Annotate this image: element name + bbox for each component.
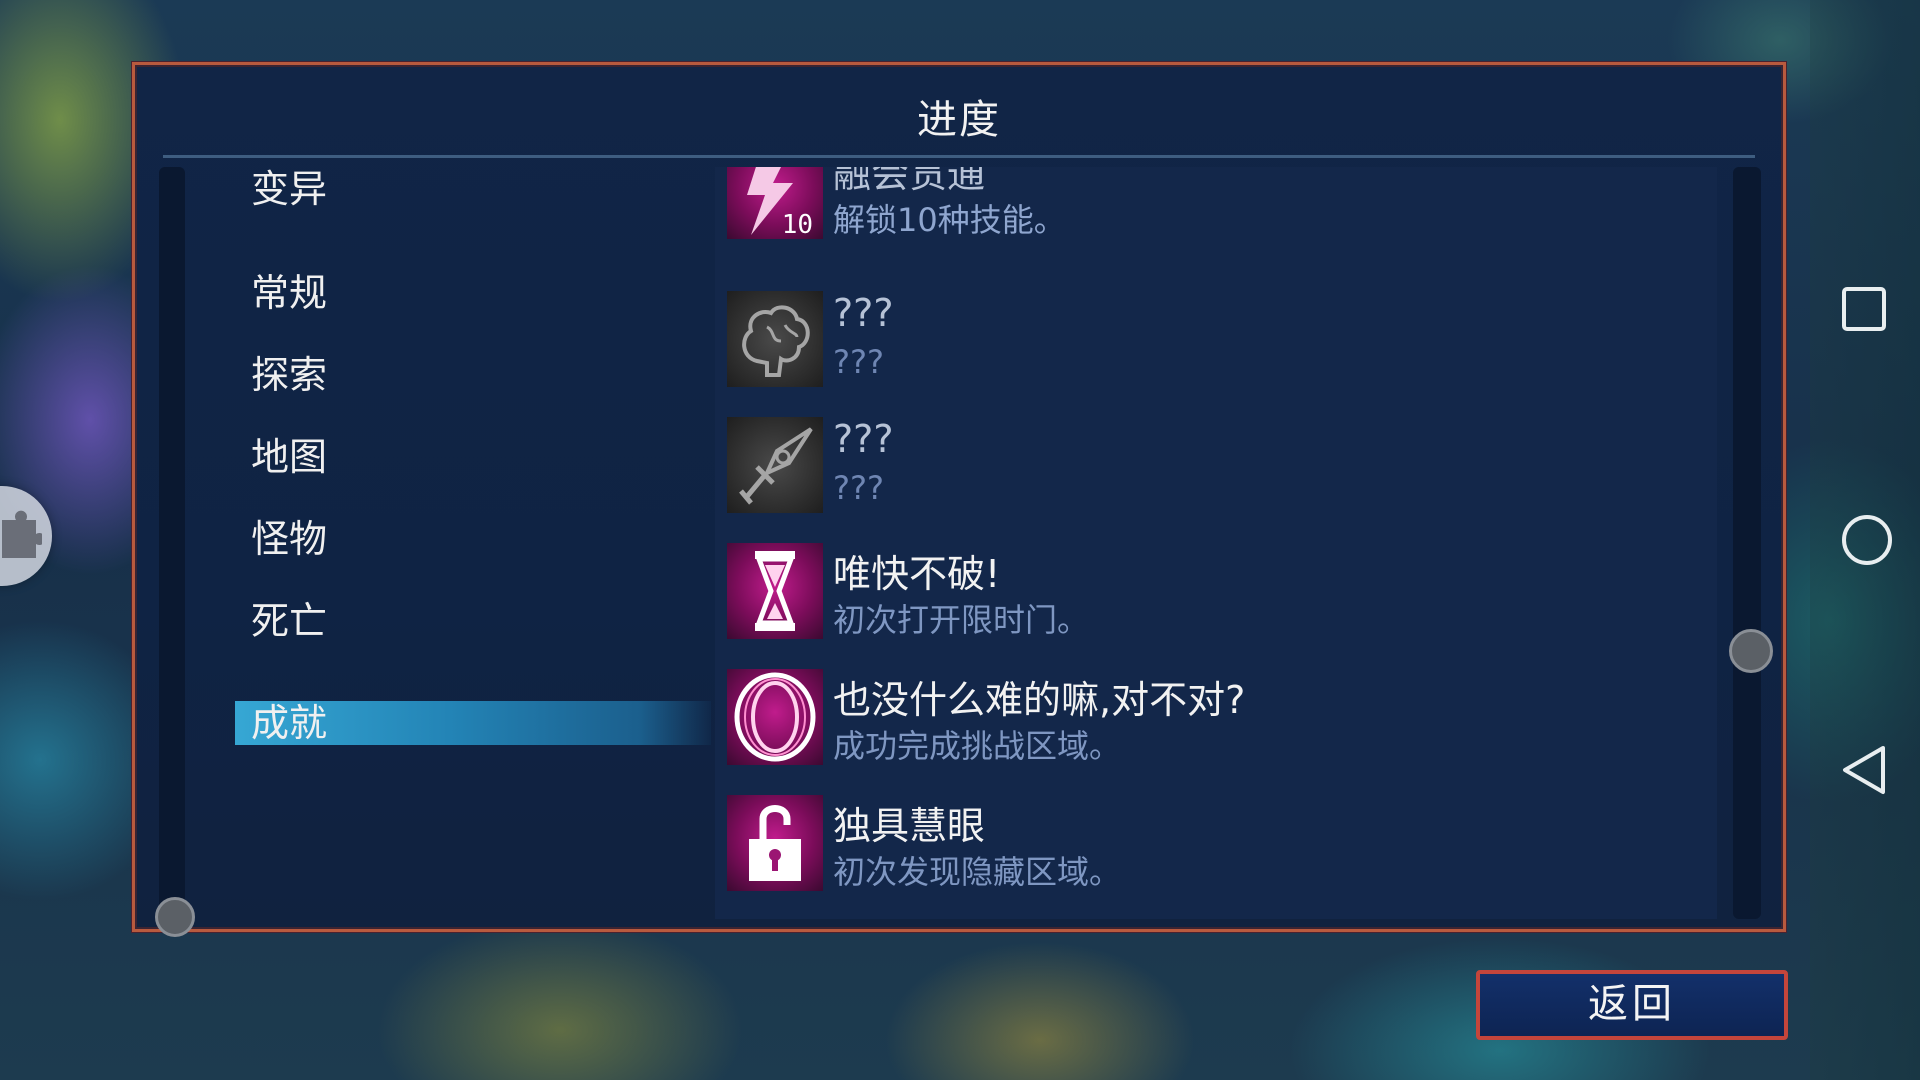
category-item-death[interactable]: 死亡 [235, 599, 711, 643]
portal-ring-icon [727, 669, 823, 765]
achievement-description: ??? [833, 469, 884, 507]
achievement-item[interactable]: 独具慧眼 初次发现隐藏区域。 [727, 795, 1707, 891]
achievement-item[interactable]: 也没什么难的嘛,对不对? 成功完成挑战区域。 [727, 669, 1707, 765]
progress-panel: 进度 变异 常规 探索 地图 怪物 死亡 成就 10 融会贯通 解锁10种技能。 [132, 62, 1786, 937]
title-divider [163, 155, 1755, 158]
achievement-badge: 10 [782, 210, 813, 239]
achievement-item[interactable]: ??? ??? [727, 291, 1707, 387]
back-button[interactable]: 返回 [1476, 970, 1788, 1040]
recent-apps-icon[interactable] [1841, 286, 1887, 332]
category-item-mutation[interactable]: 变异 [235, 167, 711, 211]
achievement-scrollbar-thumb[interactable] [1729, 629, 1773, 673]
category-list: 变异 常规 探索 地图 怪物 死亡 成就 [235, 167, 711, 919]
achievement-item[interactable]: 10 融会贯通 解锁10种技能。 [727, 167, 1707, 239]
home-icon[interactable] [1841, 514, 1893, 566]
achievement-description: 成功完成挑战区域。 [833, 727, 1122, 765]
sword-icon [727, 417, 823, 513]
achievement-title: ??? [833, 291, 894, 335]
puzzle-icon [2, 510, 42, 558]
category-item-exploration[interactable]: 探索 [235, 353, 711, 397]
achievement-description: ??? [833, 343, 884, 381]
achievement-item[interactable]: ??? ??? [727, 417, 1707, 513]
achievement-title: 融会贯通 [833, 167, 986, 196]
category-item-monsters[interactable]: 怪物 [235, 517, 711, 561]
hourglass-icon [727, 543, 823, 639]
achievement-title: 独具慧眼 [833, 804, 986, 848]
achievement-title: 唯快不破! [833, 552, 1001, 596]
achievement-title: ??? [833, 417, 894, 461]
back-nav-icon[interactable] [1841, 744, 1887, 796]
lightning-10-icon: 10 [727, 167, 823, 239]
category-scrollbar-track[interactable] [159, 167, 185, 919]
achievement-scrollbar-track[interactable] [1733, 167, 1761, 919]
achievement-description: 初次发现隐藏区域。 [833, 853, 1122, 891]
floating-assist-button[interactable] [0, 486, 52, 586]
achievement-description: 解锁10种技能。 [833, 201, 1066, 239]
unlock-padlock-icon [727, 795, 823, 891]
achievement-description: 初次打开限时门。 [833, 601, 1090, 639]
category-item-map[interactable]: 地图 [235, 435, 711, 479]
brain-icon [727, 291, 823, 387]
achievement-item[interactable]: 唯快不破! 初次打开限时门。 [727, 543, 1707, 639]
achievement-list: 10 融会贯通 解锁10种技能。 ??? ??? ??? ??? 唯快不破! 初… [715, 167, 1717, 919]
category-scrollbar-thumb[interactable] [155, 897, 195, 937]
category-item-achievements[interactable]: 成就 [235, 701, 711, 745]
category-item-general[interactable]: 常规 [235, 271, 711, 315]
panel-title: 进度 [917, 97, 1001, 143]
achievement-title: 也没什么难的嘛,对不对? [833, 678, 1246, 722]
